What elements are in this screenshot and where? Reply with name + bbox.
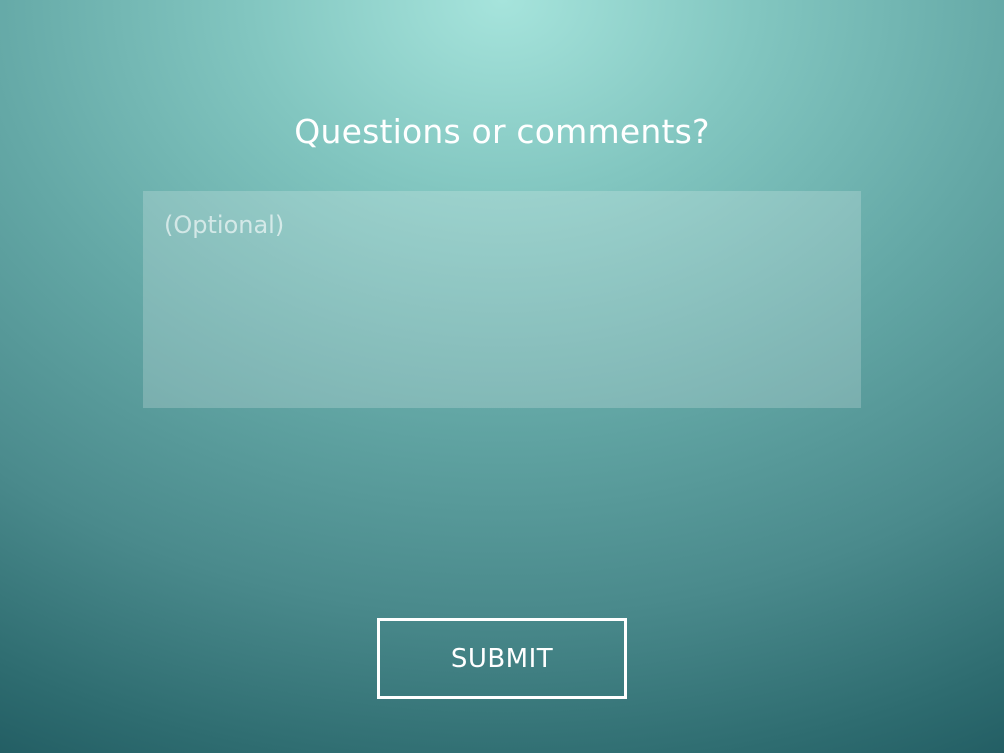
submit-button[interactable]: SUBMIT: [377, 618, 627, 699]
comments-textarea[interactable]: [143, 191, 861, 408]
form-title: Questions or comments?: [294, 112, 710, 151]
